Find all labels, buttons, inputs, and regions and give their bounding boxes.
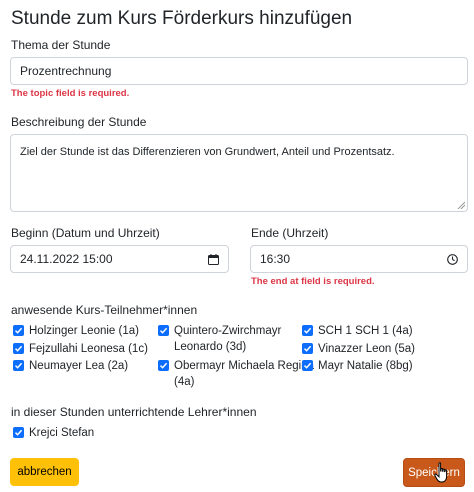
participant-name-continued: (4a) [174,376,195,388]
end-error: The end at field is required. [251,276,375,287]
participant-checkbox[interactable]: Quintero-Zwirchmayr Leonardo (3d) [158,323,281,355]
clock-icon[interactable] [446,253,458,265]
page-title: Stunde zum Kurs Förderkurs hinzufügen [11,8,353,29]
participant-name: Holzinger Leonie (1a) [29,325,139,337]
checkbox-checked-icon[interactable] [302,360,313,371]
topic-input[interactable]: Prozentrechnung [10,57,468,85]
resize-handle-icon[interactable] [457,201,465,209]
description-value: Ziel der Stunde ist das Differenzieren v… [20,146,395,158]
checkbox-checked-icon[interactable] [13,427,24,438]
topic-error: The topic field is required. [11,88,130,99]
topic-value: Prozentrechnung [20,64,112,78]
participant-checkbox[interactable]: Holzinger Leonie (1a) [13,323,139,339]
teachers-label: in dieser Stunden unterrichtende Lehrer*… [11,405,257,419]
participant-name: SCH 1 SCH 1 (4a) [318,325,413,337]
participant-checkbox[interactable]: Obermayr Michaela Regina (4a) [158,358,314,390]
begin-label: Beginn (Datum und Uhrzeit) [11,226,160,240]
participant-name: Quintero-Zwirchmayr [174,325,282,337]
participant-checkbox[interactable]: Mayr Natalie (8bg) [302,358,413,374]
participant-checkbox[interactable]: Vinazzer Leon (5a) [302,341,415,357]
begin-datetime-input[interactable]: 24.11.2022 15:00 [10,245,229,273]
participant-checkbox[interactable]: Neumayer Lea (2a) [13,358,128,374]
calendar-icon[interactable] [207,253,219,265]
checkbox-checked-icon[interactable] [158,325,169,336]
end-value: 16:30 [260,252,291,266]
begin-value: 24.11.2022 15:00 [20,252,113,266]
participant-checkbox[interactable]: Fejzullahi Leonesa (1c) [13,341,148,357]
cancel-button[interactable]: abbrechen [10,458,79,486]
checkbox-checked-icon[interactable] [13,343,24,354]
participant-checkbox[interactable]: SCH 1 SCH 1 (4a) [302,323,413,339]
participant-name: Neumayer Lea (2a) [29,360,129,372]
topic-label: Thema der Stunde [11,38,111,52]
teacher-checkbox[interactable]: Krejci Stefan [13,425,94,441]
checkbox-checked-icon[interactable] [302,325,313,336]
checkbox-checked-icon[interactable] [13,360,24,371]
description-label: Beschreibung der Stunde [11,115,147,129]
checkbox-checked-icon[interactable] [158,360,169,371]
hand-cursor-icon [434,462,448,483]
participant-name: Obermayr Michaela Regina [174,360,314,372]
checkbox-checked-icon[interactable] [302,343,313,354]
participant-name-continued: Leonardo (3d) [174,341,247,353]
end-time-input[interactable]: 16:30 [250,245,468,273]
participant-name: Fejzullahi Leonesa (1c) [29,343,148,355]
checkbox-checked-icon[interactable] [13,325,24,336]
teacher-name: Krejci Stefan [29,427,95,439]
participant-name: Vinazzer Leon (5a) [318,343,415,355]
end-label: Ende (Uhrzeit) [251,226,329,240]
participants-label: anwesende Kurs-Teilnehmer*innen [11,303,198,317]
description-textarea[interactable]: Ziel der Stunde ist das Differenzieren v… [10,134,468,212]
participant-name: Mayr Natalie (8bg) [318,360,413,372]
